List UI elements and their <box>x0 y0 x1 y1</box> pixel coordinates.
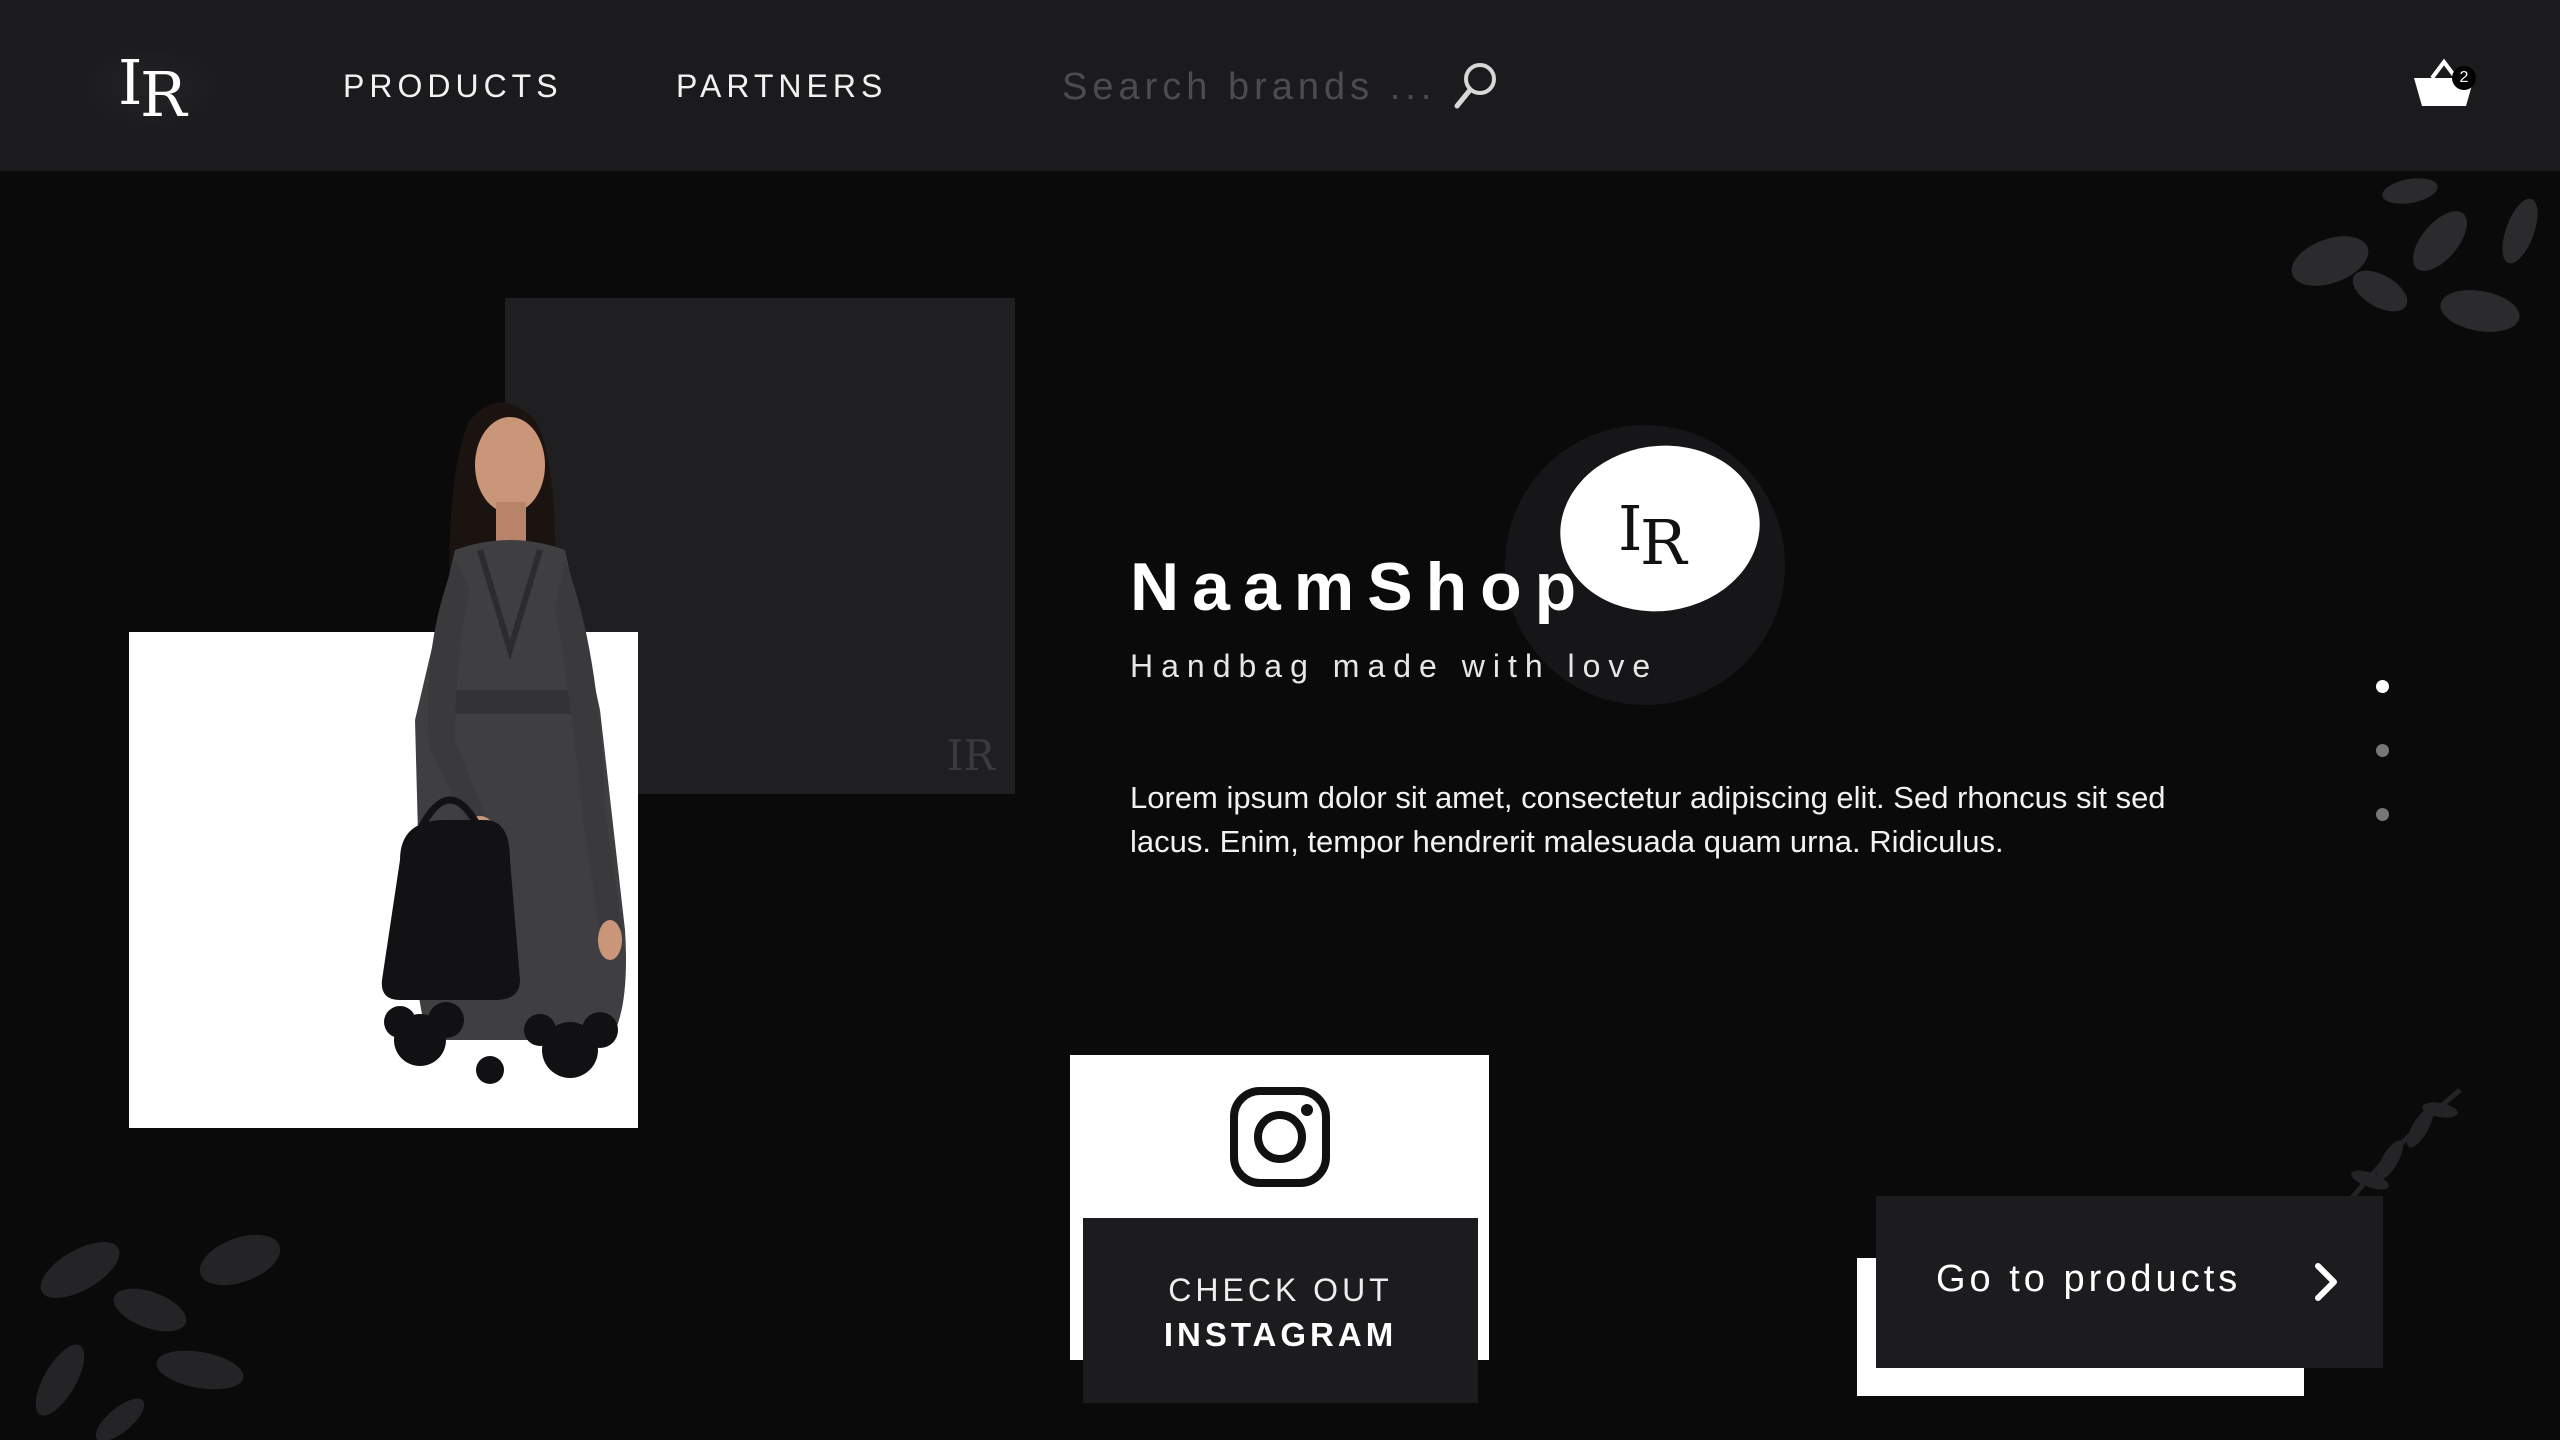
go-to-products-button[interactable]: Go to products <box>1876 1196 2383 1368</box>
slider-dot[interactable] <box>2376 744 2389 757</box>
nav-partners[interactable]: PARTNERS <box>676 68 887 105</box>
leaf-decoration <box>2291 178 2538 332</box>
brand-description: Lorem ipsum dolor sit amet, consectetur … <box>1130 780 2166 859</box>
logo[interactable]: IR <box>70 40 230 135</box>
search-input[interactable] <box>1060 58 1464 116</box>
logo-icon: IR <box>118 46 187 131</box>
instagram-button-line2: INSTAGRAM <box>1163 1316 1398 1353</box>
leaf-decoration <box>35 1234 281 1440</box>
cart-count-badge: 2 <box>2452 66 2476 90</box>
slider-dot-active[interactable] <box>2376 680 2389 693</box>
brand-tagline: Handbag made with love <box>1130 648 1659 684</box>
top-nav-bar: IR PRODUCTS PARTNERS 2 <box>0 0 2560 171</box>
slider-dot[interactable] <box>2376 808 2389 821</box>
brand-title: NaamShop <box>1130 549 1590 625</box>
go-to-products-label: Go to products <box>1936 1258 2242 1300</box>
watermark-logo-icon: IR <box>946 731 995 780</box>
instagram-icon[interactable] <box>1228 1085 1332 1189</box>
search-icon[interactable] <box>1452 60 1500 112</box>
nav-products[interactable]: PRODUCTS <box>343 68 563 105</box>
model-image <box>381 402 626 1084</box>
instagram-button[interactable]: CHECK OUT INSTAGRAM <box>1083 1218 1478 1403</box>
leaf-decoration <box>2348 1088 2462 1202</box>
instagram-button-line1: CHECK OUT <box>1168 1272 1393 1308</box>
brand-logo-icon: IR <box>1618 492 1687 579</box>
chevron-right-icon <box>2315 1263 2337 1301</box>
